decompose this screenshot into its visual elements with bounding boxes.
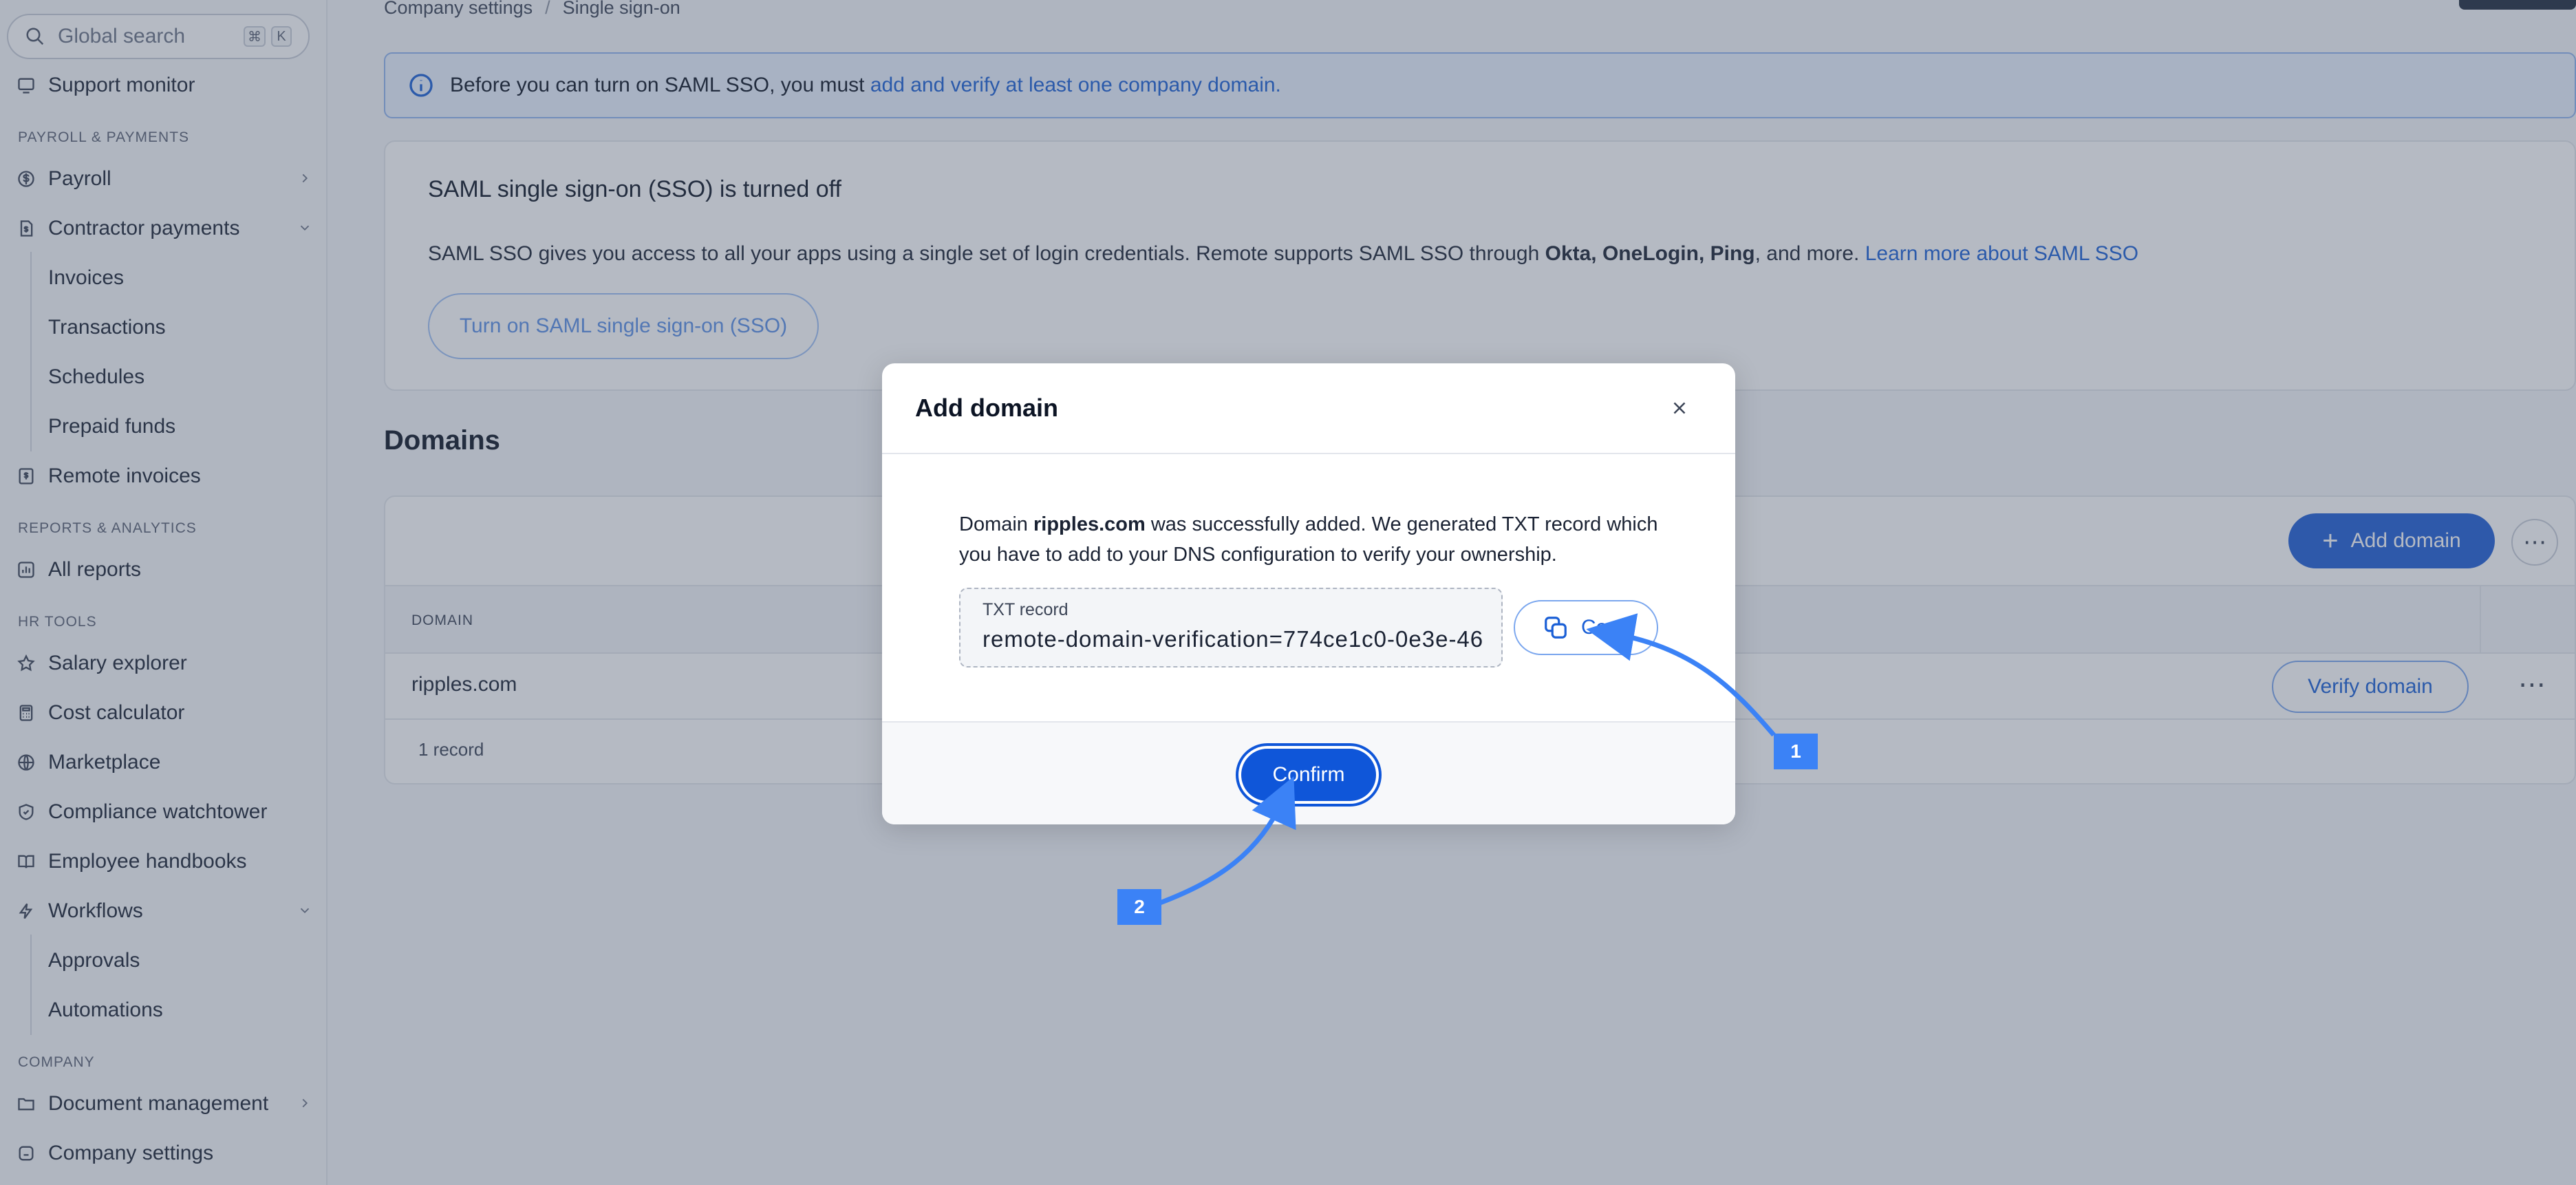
copy-button[interactable]: Copy [1514, 600, 1658, 655]
annotation-badge-1: 1 [1774, 734, 1818, 769]
copy-icon [1545, 617, 1567, 639]
annotation-badge-2: 2 [1117, 889, 1161, 925]
add-domain-modal: Add domain Domain ripples.com was succes… [882, 363, 1735, 824]
close-icon[interactable] [1669, 398, 1690, 418]
modal-footer: Confirm [882, 721, 1735, 824]
modal-domain: ripples.com [1033, 513, 1146, 535]
modal-title: Add domain [915, 394, 1058, 422]
txt-record-field[interactable]: TXT record remote-domain-verification=77… [959, 588, 1503, 668]
modal-text-prefix: Domain [959, 513, 1033, 535]
modal-header: Add domain [882, 363, 1735, 454]
txt-record-label: TXT record [983, 600, 1069, 619]
confirm-button[interactable]: Confirm [1241, 749, 1376, 801]
txt-record-value[interactable]: remote-domain-verification=774ce1c0-0e3e… [983, 626, 1483, 652]
copy-label: Copy [1580, 616, 1630, 639]
modal-message: Domain ripples.com was successfully adde… [959, 509, 1675, 570]
